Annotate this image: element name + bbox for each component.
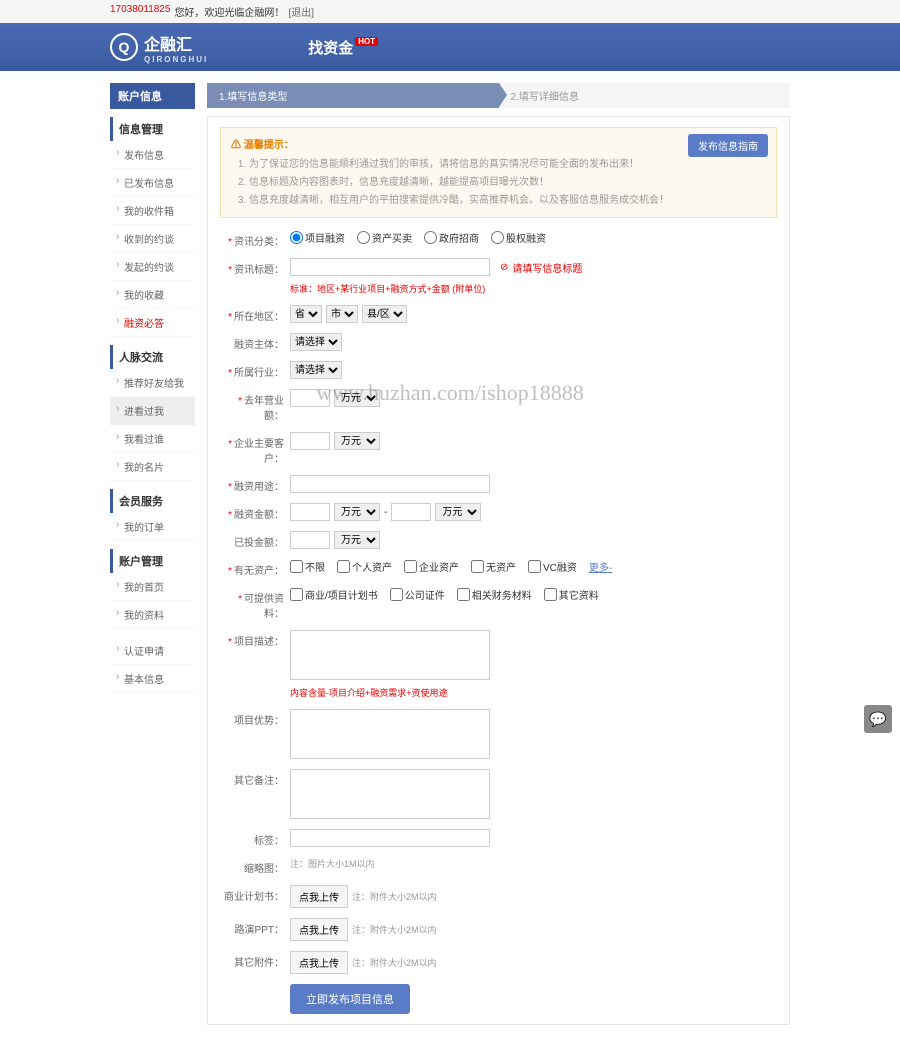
sidebar-item[interactable]: 我看过谁 (110, 425, 195, 453)
net-input[interactable] (290, 432, 330, 450)
desc-textarea[interactable] (290, 630, 490, 680)
sidebar-section-network: 人脉交流 (110, 345, 195, 369)
amount-min-unit[interactable]: 万元 (334, 503, 380, 521)
category-radio[interactable]: 股权融资 (491, 230, 546, 245)
publish-guide-button[interactable]: 发布信息指南 (688, 134, 768, 157)
sidebar-item[interactable]: 我的资料 (110, 601, 195, 629)
plan-upload-button[interactable]: 点我上传 (290, 885, 348, 908)
logout-link[interactable]: [退出] (288, 4, 314, 19)
invest-input[interactable] (290, 531, 330, 549)
adv-textarea[interactable] (290, 709, 490, 759)
step-1[interactable]: 1.填写信息类型 (207, 83, 499, 108)
sidebar-item[interactable]: 进看过我 (110, 397, 195, 425)
net-unit[interactable]: 万元 (334, 432, 380, 450)
category-radio[interactable]: 项目融资 (290, 230, 345, 245)
other-textarea[interactable] (290, 769, 490, 819)
sidebar-title: 账户信息 (110, 83, 195, 109)
attach-hint: 注：附件大小2M以内 (352, 956, 437, 969)
category-radio[interactable]: 政府招商 (424, 230, 479, 245)
sidebar: 账户信息 信息管理 发布信息已发布信息我的收件箱收到的约谈发起的约谈我的收藏融资… (110, 83, 195, 1025)
revenue-unit[interactable]: 万元 (334, 389, 380, 407)
sidebar-item[interactable]: 我的名片 (110, 453, 195, 481)
tags-input[interactable] (290, 829, 490, 847)
sidebar-section-info: 信息管理 (110, 117, 195, 141)
tips-title: ⚠ 温馨提示： (231, 136, 766, 151)
logo-icon: Q (110, 33, 138, 61)
tips-box: ⚠ 温馨提示： 为了保证您的信息能顺利通过我们的审核，请将信息的真实情况尽可能全… (220, 127, 777, 218)
sidebar-item[interactable]: 发布信息 (110, 141, 195, 169)
submit-button[interactable]: 立即发布项目信息 (290, 984, 410, 1014)
sidebar-section-member: 会员服务 (110, 489, 195, 513)
sidebar-item[interactable]: 我的订单 (110, 513, 195, 541)
usage-input[interactable] (290, 475, 490, 493)
collateral-checkbox[interactable]: 个人资产 (337, 559, 392, 574)
error-icon: ⊘ (500, 262, 508, 273)
title-hint: 标准：地区+某行业项目+融资方式+金额 (附单位) (290, 282, 777, 295)
collateral-checkbox[interactable]: 不限 (290, 559, 325, 574)
area-province-select[interactable]: 省 (290, 305, 322, 323)
hot-icon: HOT (355, 37, 378, 46)
sidebar-item[interactable]: 认证申请 (110, 637, 195, 665)
invest-unit[interactable]: 万元 (334, 531, 380, 549)
tips-item: 为了保证您的信息能顺利通过我们的审核，请将信息的真实情况尽可能全面的发布出来！ (249, 155, 766, 170)
thumb-hint: 注：图片大小1M以内 (290, 857, 375, 870)
roadshow-upload-button[interactable]: 点我上传 (290, 918, 348, 941)
amount-max-input[interactable] (391, 503, 431, 521)
steps: 1.填写信息类型 2.填写详细信息 (207, 83, 790, 108)
title-input[interactable] (290, 258, 490, 276)
amount-min-input[interactable] (290, 503, 330, 521)
content: 1.填写信息类型 2.填写详细信息 ⚠ 温馨提示： 为了保证您的信息能顺利通过我… (207, 83, 790, 1025)
docs-checkbox[interactable]: 相关财务材料 (457, 587, 532, 602)
industry-select[interactable]: 请选择 (290, 361, 342, 379)
collateral-more-link[interactable]: 更多- (589, 559, 612, 574)
sidebar-item[interactable]: 基本信息 (110, 665, 195, 693)
sidebar-section-account: 账户管理 (110, 549, 195, 573)
docs-field: 商业/项目计划书 公司证件 相关财务材料 其它资料 (290, 587, 777, 602)
category-field: 项目融资 资产买卖 政府招商 股权融资 (290, 230, 777, 245)
entity-select[interactable]: 请选择 (290, 333, 342, 351)
chat-icon[interactable]: 💬 (864, 705, 892, 733)
logo[interactable]: Q 企融汇 QIRONGHUI (110, 31, 208, 64)
tips-item: 信息标题及内容图表时，信息充度越清晰，越能提高项目曝光次数！ (249, 173, 766, 188)
plan-hint: 注：附件大小2M以内 (352, 890, 437, 903)
sidebar-item[interactable]: 融资必答 (110, 309, 195, 337)
revenue-input[interactable] (290, 389, 330, 407)
amount-max-unit[interactable]: 万元 (435, 503, 481, 521)
area-city-select[interactable]: 市 (326, 305, 358, 323)
sidebar-item[interactable]: 收到的约谈 (110, 225, 195, 253)
sidebar-item[interactable]: 我的收藏 (110, 281, 195, 309)
collateral-field: 不限 个人资产 企业资产 无资产 VC融资更多- (290, 559, 777, 574)
collateral-checkbox[interactable]: VC融资 (528, 559, 577, 574)
sidebar-item[interactable]: 我的首页 (110, 573, 195, 601)
docs-checkbox[interactable]: 公司证件 (390, 587, 445, 602)
topbar-greet: 您好，欢迎光临企融网！ (174, 4, 284, 19)
title-error: 请填写信息标题 (512, 260, 582, 275)
header: Q 企融汇 QIRONGHUI 找资金HOT (0, 23, 900, 71)
collateral-checkbox[interactable]: 企业资产 (404, 559, 459, 574)
desc-hint: 内容含量-项目介绍+融资需求+资使用途 (290, 686, 777, 699)
step-2[interactable]: 2.填写详细信息 (499, 83, 791, 108)
docs-checkbox[interactable]: 商业/项目计划书 (290, 587, 378, 602)
topbar: 17038011825 您好，欢迎光临企融网！ [退出] (0, 0, 900, 23)
docs-checkbox[interactable]: 其它资料 (544, 587, 599, 602)
nav-find-funds[interactable]: 找资金HOT (308, 37, 378, 58)
sidebar-item[interactable]: 已发布信息 (110, 169, 195, 197)
sidebar-item[interactable]: 我的收件箱 (110, 197, 195, 225)
area-county-select[interactable]: 县/区 (362, 305, 407, 323)
topbar-user: 17038011825 (110, 4, 170, 19)
sidebar-item[interactable]: 推荐好友给我 (110, 369, 195, 397)
sidebar-item[interactable]: 发起的约谈 (110, 253, 195, 281)
attach-upload-button[interactable]: 点我上传 (290, 951, 348, 974)
tips-item: 信息充度越清晰，相互用户的平拍搜索提供冷酷，实高推荐机会。以及客服信息服务成交机… (249, 191, 766, 206)
category-radio[interactable]: 资产买卖 (357, 230, 412, 245)
collateral-checkbox[interactable]: 无资产 (471, 559, 516, 574)
form-panel: ⚠ 温馨提示： 为了保证您的信息能顺利通过我们的审核，请将信息的真实情况尽可能全… (207, 116, 790, 1025)
roadshow-hint: 注：附件大小2M以内 (352, 923, 437, 936)
